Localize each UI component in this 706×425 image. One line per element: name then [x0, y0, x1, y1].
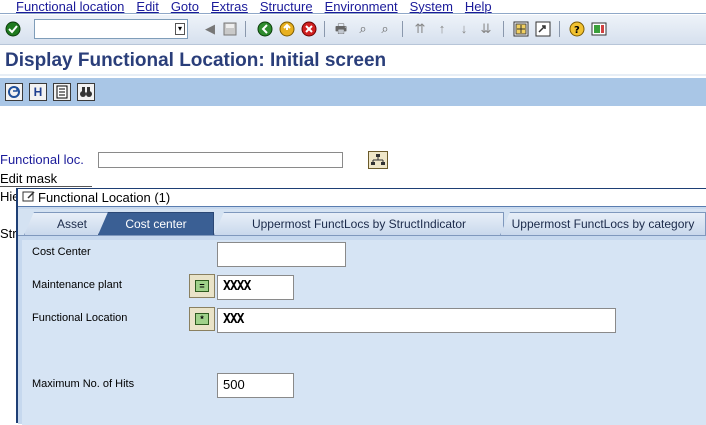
- info-icon[interactable]: H: [29, 83, 47, 101]
- equals-icon: =: [195, 280, 209, 292]
- tab-uppermost-by-category[interactable]: Uppermost FunctLocs by category: [500, 212, 706, 235]
- edit-mask-label: Edit mask: [0, 171, 58, 186]
- tab-cost-center[interactable]: Cost center: [98, 212, 214, 235]
- selection-option-pattern-icon[interactable]: *: [189, 307, 215, 331]
- enter-icon[interactable]: [5, 21, 21, 37]
- cancel-icon[interactable]: [301, 21, 317, 37]
- save-icon[interactable]: [222, 21, 238, 37]
- find-icon[interactable]: ⌕: [355, 21, 371, 37]
- tab-uppermost-by-structindicator[interactable]: Uppermost FunctLocs by StructIndicator: [214, 212, 504, 235]
- application-toolbar: H: [0, 78, 706, 106]
- dialog-title-bar[interactable]: Functional Location (1): [18, 189, 706, 207]
- toolbar-separator: [402, 21, 403, 37]
- structure-list-icon[interactable]: [368, 151, 388, 169]
- menu-bar: Functional location Edit Goto Extras Str…: [0, 0, 706, 14]
- svg-text:?: ?: [574, 25, 580, 36]
- menu-edit[interactable]: Edit: [136, 0, 158, 13]
- max-hits-input[interactable]: 500: [217, 373, 294, 398]
- edit-dialog-icon: [22, 190, 35, 205]
- functional-loc-label: Functional loc.: [0, 152, 84, 167]
- shortcut-icon[interactable]: [535, 21, 551, 37]
- cost-center-input[interactable]: [217, 242, 346, 267]
- toolbar-separator: [324, 21, 325, 37]
- search-help-dialog: Functional Location (1) Asset Cost cente…: [16, 188, 706, 425]
- tab-content: Cost Center Maintenance plant = XXXX Fun…: [18, 235, 706, 425]
- toolbar-separator: [245, 21, 246, 37]
- menu-system[interactable]: System: [410, 0, 453, 13]
- toolbar-separator: [503, 21, 504, 37]
- structure-label: Str: [0, 226, 17, 241]
- create-session-icon[interactable]: [513, 21, 529, 37]
- first-page-icon[interactable]: ⇈: [412, 21, 428, 37]
- cost-center-label: Cost Center: [32, 246, 91, 258]
- functional-location-label: Functional Location: [32, 312, 128, 324]
- dialog-title: Functional Location (1): [38, 190, 171, 205]
- exit-icon[interactable]: [279, 21, 295, 37]
- customize-layout-icon[interactable]: [591, 21, 607, 37]
- standard-toolbar: ▾ ◀ 🖶 ⌕ ⌕ ⇈ ↑ ↓ ⇊ ?: [0, 15, 706, 45]
- tabstrip: Asset Cost center Uppermost FunctLocs by…: [18, 209, 706, 235]
- maintenance-plant-input[interactable]: XXXX: [217, 275, 294, 300]
- maintenance-plant-label: Maintenance plant: [32, 279, 122, 291]
- menu-help[interactable]: Help: [465, 0, 492, 13]
- back-icon[interactable]: [257, 21, 273, 37]
- command-history-dropdown-icon[interactable]: ▾: [175, 23, 185, 35]
- command-field[interactable]: ▾: [34, 19, 188, 39]
- divider: [0, 186, 92, 187]
- last-page-icon[interactable]: ⇊: [478, 21, 494, 37]
- max-hits-label: Maximum No. of Hits: [32, 378, 135, 390]
- collapse-arrow-icon[interactable]: ◀: [202, 21, 218, 37]
- functional-loc-input[interactable]: [98, 152, 343, 168]
- document-icon[interactable]: [53, 83, 71, 101]
- menu-functional-location[interactable]: Functional location: [16, 0, 124, 13]
- prev-page-icon[interactable]: ↑: [434, 21, 450, 37]
- menu-goto[interactable]: Goto: [171, 0, 199, 13]
- print-icon[interactable]: 🖶: [333, 21, 349, 37]
- page-title: Display Functional Location: Initial scr…: [5, 50, 387, 71]
- cost-center-panel: Cost Center Maintenance plant = XXXX Fun…: [22, 240, 706, 425]
- menu-environment[interactable]: Environment: [325, 0, 398, 13]
- selection-option-equal-icon[interactable]: =: [189, 274, 215, 298]
- menu-structure[interactable]: Structure: [260, 0, 313, 13]
- command-input[interactable]: [35, 20, 169, 38]
- pattern-icon: *: [195, 313, 209, 325]
- title-bar: Display Functional Location: Initial scr…: [0, 46, 706, 76]
- functional-location-input[interactable]: XXX: [217, 308, 616, 333]
- next-page-icon[interactable]: ↓: [456, 21, 472, 37]
- find-next-icon[interactable]: ⌕: [377, 21, 393, 37]
- help-icon[interactable]: ?: [569, 21, 585, 37]
- toolbar-separator: [559, 21, 560, 37]
- binoculars-icon[interactable]: [77, 83, 95, 101]
- refresh-icon[interactable]: [5, 83, 23, 101]
- menu-extras[interactable]: Extras: [211, 0, 248, 13]
